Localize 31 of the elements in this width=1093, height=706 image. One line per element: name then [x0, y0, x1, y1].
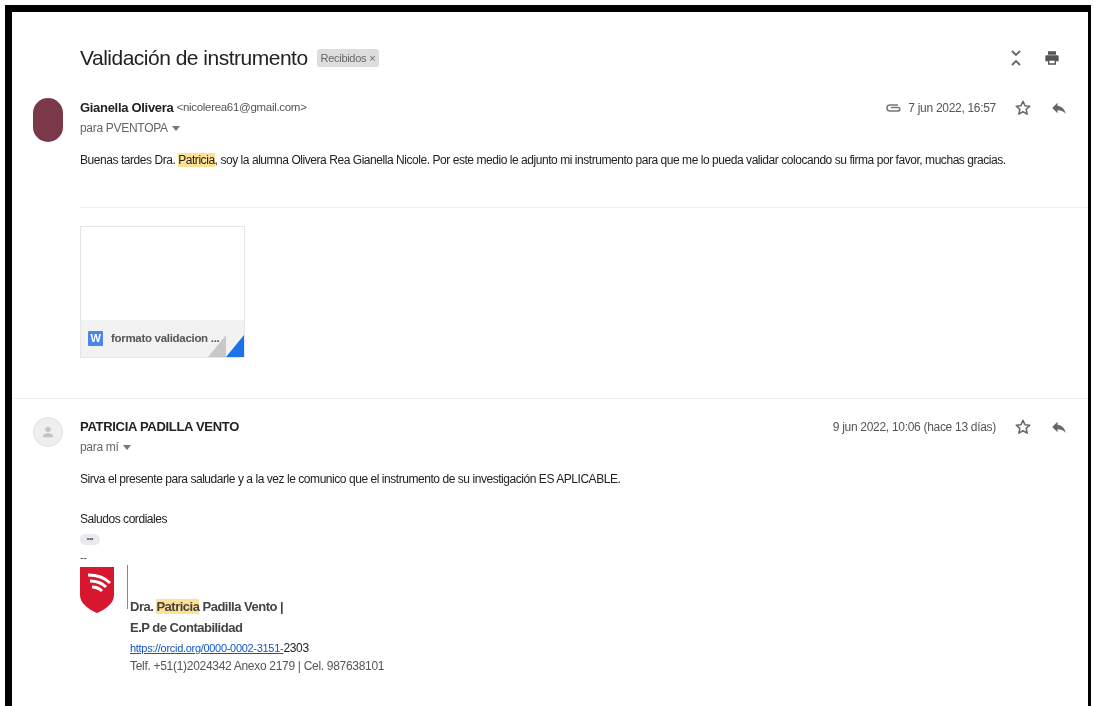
collapse-icon[interactable]	[1010, 49, 1022, 67]
label-text: Recibidos	[320, 50, 367, 66]
message-text: Sirva el presente para saludarle y a la vez le comunico que el instrumento de su investigación ES APLICABLE.	[80, 471, 622, 488]
word-file-icon: W	[88, 331, 103, 346]
star-icon[interactable]	[1014, 418, 1032, 436]
subject-title: Validación de instrumento	[80, 45, 308, 72]
attachment-name: formato validacion ...	[111, 330, 220, 346]
print-icon[interactable]	[1044, 50, 1060, 66]
recipient-dropdown[interactable]: para PVENTOPA	[80, 119, 180, 137]
avatar-silhouette-icon	[33, 417, 63, 447]
message-date: 7 jun 2022, 16:57	[908, 100, 996, 117]
shield-logo-icon	[80, 567, 114, 613]
signature-separator: --	[80, 551, 88, 563]
message-text: Saludos cordiales	[80, 511, 169, 528]
sender-name: Gianella Olivera	[80, 99, 174, 118]
attachment-card[interactable]: W formato validacion ...	[80, 226, 245, 358]
orcid-link[interactable]: https://orcid.org/0000-0002-3151-	[130, 642, 284, 654]
message-date: 9 jun 2022, 10:06 (hace 13 días)	[832, 419, 996, 436]
star-icon[interactable]	[1014, 99, 1032, 117]
caret-icon	[171, 125, 180, 131]
avatar-photo	[33, 98, 63, 142]
remove-label-button[interactable]: ×	[369, 49, 376, 67]
page-fold-icon	[208, 335, 244, 357]
sender-name: PATRICIA PADILLA VENTO	[80, 418, 240, 437]
message-text: Buenas tardes Dra. Patricia, soy la alumna Olivera Rea Gianella Nicole. Por este medio le adjunto mi instrumento para que me lo pueda validar colocando su firma por favor, muchas gracias.	[80, 152, 1007, 169]
signature-contact: Telf. +51(1)2024342 Anexo 2179 | Cel. 987638101	[130, 658, 385, 675]
signature-department: E.P de Contabilidad	[130, 618, 244, 637]
orcid-suffix: 2303	[283, 641, 309, 655]
caret-icon	[122, 444, 131, 450]
sender-email: <nicolerea61@gmail.com>	[176, 100, 307, 116]
recipient-dropdown[interactable]: para mí	[80, 438, 131, 456]
